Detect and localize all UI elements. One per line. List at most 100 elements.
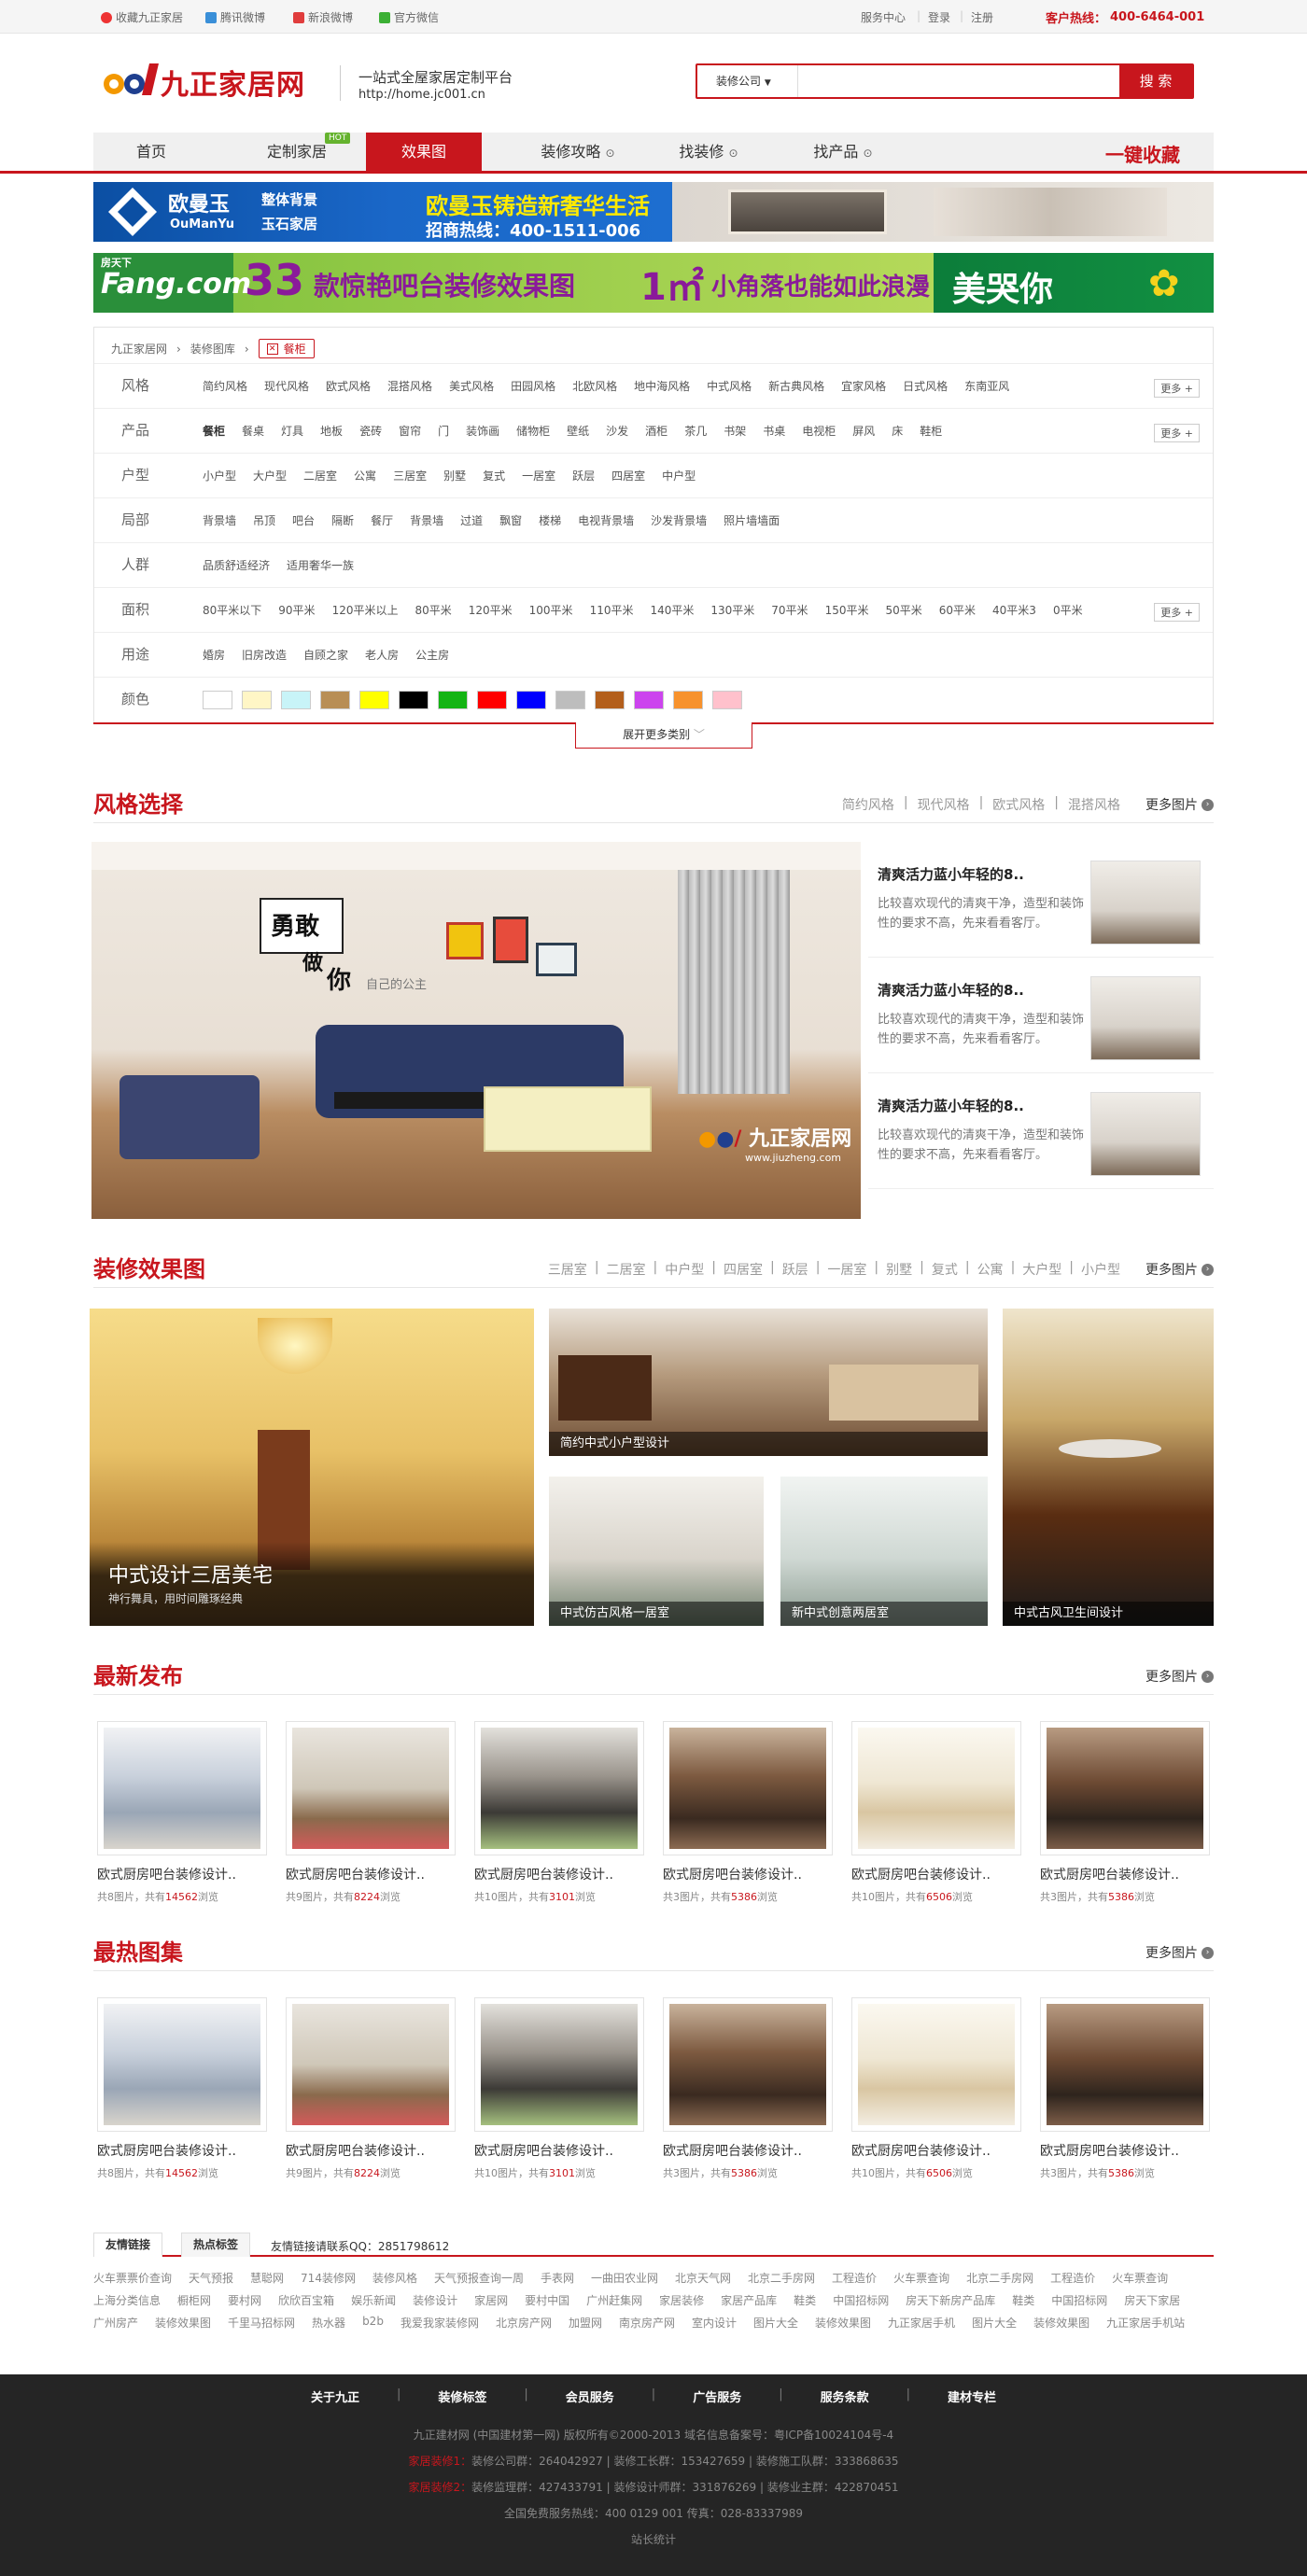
filter-option[interactable]: 窗帘 xyxy=(399,423,421,439)
filter-option[interactable]: 沙发背景墙 xyxy=(651,512,707,528)
filter-option[interactable]: 床 xyxy=(892,423,903,439)
item-thumbnail[interactable] xyxy=(1090,1092,1201,1176)
filter-option[interactable]: 70平米 xyxy=(771,602,808,618)
filter-option[interactable]: 一居室 xyxy=(522,468,555,483)
effect-cat[interactable]: 小户型 xyxy=(1081,1260,1120,1279)
expand-more-button[interactable]: 展开更多类别 ﹀ xyxy=(575,722,752,749)
effect-cat[interactable]: 别墅 xyxy=(886,1260,912,1279)
friend-link[interactable]: 广州房产 xyxy=(93,2315,138,2331)
filter-option[interactable]: 公主房 xyxy=(415,647,449,663)
friend-link[interactable]: 北京二手房网 xyxy=(966,2270,1033,2286)
card-image[interactable] xyxy=(851,1721,1021,1855)
filter-option[interactable]: 茶几 xyxy=(684,423,707,439)
friend-link[interactable]: 家居装修 xyxy=(659,2292,704,2308)
effect-big-title[interactable]: 中式设计三居美宅 xyxy=(108,1559,273,1589)
filter-option[interactable]: 0平米 xyxy=(1053,602,1083,618)
filter-option[interactable]: 吊顶 xyxy=(253,512,275,528)
friend-link[interactable]: 九正家居手机 xyxy=(888,2315,955,2331)
friend-link[interactable]: 千里马招标网 xyxy=(228,2315,295,2331)
gallery-card[interactable]: 欧式厨房吧台装修设计.. 共10图片，共有3101浏览 xyxy=(474,1997,644,2180)
card-title[interactable]: 欧式厨房吧台装修设计.. xyxy=(474,2141,644,2160)
filter-option[interactable]: 隔断 xyxy=(331,512,354,528)
filter-option[interactable]: 壁纸 xyxy=(567,423,589,439)
search-category-select[interactable]: 装修公司 ▼ xyxy=(697,65,798,97)
card-title[interactable]: 欧式厨房吧台装修设计.. xyxy=(1040,2141,1210,2160)
filter-option[interactable]: 旧房改造 xyxy=(242,647,287,663)
logo-icon[interactable] xyxy=(101,58,161,103)
friend-link[interactable]: 慧聪网 xyxy=(250,2270,284,2286)
friend-link[interactable]: 欣欣百宝箱 xyxy=(278,2292,334,2308)
style-cat[interactable]: 简约风格 xyxy=(842,795,894,814)
gallery-card[interactable]: 欧式厨房吧台装修设计.. 共8图片，共有14562浏览 xyxy=(97,1997,267,2180)
filter-option[interactable]: 楼梯 xyxy=(539,512,561,528)
filter-option[interactable]: 60平米 xyxy=(939,602,976,618)
filter-option[interactable]: 吧台 xyxy=(292,512,315,528)
effect-image[interactable]: 新中式创意两居室 xyxy=(780,1477,988,1626)
friend-link[interactable]: 南京房产网 xyxy=(619,2315,675,2331)
friend-link[interactable]: 室内设计 xyxy=(692,2315,737,2331)
breadcrumb-home[interactable]: 九正家居网 xyxy=(111,341,167,357)
friend-link[interactable]: 一曲田农业网 xyxy=(591,2270,658,2286)
friend-link[interactable]: 714装修网 xyxy=(301,2270,356,2286)
favorite-link[interactable]: 收藏九正家居 xyxy=(101,9,183,25)
nav-guide[interactable]: 装修攻略 ⊙ xyxy=(508,133,648,172)
card-image[interactable] xyxy=(97,1721,267,1855)
nav-find-decoration[interactable]: 找装修 ⊙ xyxy=(657,133,760,172)
tab-friend-links[interactable]: 友情链接 xyxy=(93,2233,163,2257)
tencent-weibo-link[interactable]: 腾讯微博 xyxy=(205,9,265,25)
friend-link[interactable]: 橱柜网 xyxy=(177,2292,211,2308)
filter-option[interactable]: 餐桌 xyxy=(242,423,264,439)
sina-weibo-link[interactable]: 新浪微博 xyxy=(293,9,353,25)
style-list-item[interactable]: 清爽活力蓝小年轻的8.. 比较喜欢现代的清爽干净，造型和装饰性的要求不高，先来看… xyxy=(868,842,1214,958)
friend-link[interactable]: 工程造价 xyxy=(1050,2270,1095,2286)
stats-link[interactable]: 站长统计 xyxy=(0,2531,1307,2547)
style-list-item[interactable]: 清爽活力蓝小年轻的8.. 比较喜欢现代的清爽干净，造型和装饰性的要求不高，先来看… xyxy=(868,958,1214,1073)
filter-option[interactable]: 适用奢华一族 xyxy=(287,557,354,573)
friend-link[interactable]: 图片大全 xyxy=(753,2315,798,2331)
color-swatch[interactable] xyxy=(595,690,625,709)
gallery-card[interactable]: 欧式厨房吧台装修设计.. 共3图片，共有5386浏览 xyxy=(663,1721,833,1904)
card-title[interactable]: 欧式厨房吧台装修设计.. xyxy=(474,1865,644,1883)
color-swatch[interactable] xyxy=(399,690,429,709)
color-swatch[interactable] xyxy=(673,690,703,709)
filter-option[interactable]: 飘窗 xyxy=(499,512,522,528)
friend-link[interactable]: 家居网 xyxy=(474,2292,508,2308)
card-image[interactable] xyxy=(1040,1721,1210,1855)
filter-option[interactable]: 100平米 xyxy=(529,602,573,618)
card-title[interactable]: 欧式厨房吧台装修设计.. xyxy=(97,2141,267,2160)
filter-option[interactable]: 东南亚风 xyxy=(964,378,1009,394)
filter-more-button[interactable]: 更多 + xyxy=(1154,424,1200,442)
more-images-link[interactable]: 更多图片 › xyxy=(1145,1260,1214,1279)
gallery-card[interactable]: 欧式厨房吧台装修设计.. 共3图片，共有5386浏览 xyxy=(1040,1721,1210,1904)
filter-option[interactable]: 沙发 xyxy=(606,423,628,439)
item-thumbnail[interactable] xyxy=(1090,861,1201,945)
filter-option[interactable]: 90平米 xyxy=(278,602,315,618)
effect-image[interactable]: 中式仿古风格一居室 xyxy=(549,1477,764,1626)
filter-option[interactable]: 自顾之家 xyxy=(303,647,348,663)
friend-link[interactable]: 九正家居手机站 xyxy=(1106,2315,1185,2331)
filter-more-button[interactable]: 更多 + xyxy=(1154,603,1200,622)
card-title[interactable]: 欧式厨房吧台装修设计.. xyxy=(97,1865,267,1883)
banner-oumanyu[interactable]: 欧曼玉 OuManYu 整体背景 玉石家居 欧曼玉铸造新奢华生活 招商热线：40… xyxy=(93,182,1214,242)
service-center-link[interactable]: 服务中心 xyxy=(861,9,906,25)
filter-option[interactable]: 120平米 xyxy=(469,602,513,618)
friend-link[interactable]: 上海分类信息 xyxy=(93,2292,161,2308)
item-title[interactable]: 清爽活力蓝小年轻的8.. xyxy=(878,864,1024,884)
filter-option[interactable]: 80平米 xyxy=(415,602,451,618)
filter-option[interactable]: 鞋柜 xyxy=(920,423,942,439)
filter-option[interactable]: 欧式风格 xyxy=(326,378,371,394)
filter-option[interactable]: 屏风 xyxy=(852,423,875,439)
more-images-link[interactable]: 更多图片 › xyxy=(1145,795,1214,814)
gallery-card[interactable]: 欧式厨房吧台装修设计.. 共9图片，共有8224浏览 xyxy=(286,1721,456,1904)
color-swatch[interactable] xyxy=(281,690,311,709)
friend-link[interactable]: 要村网 xyxy=(228,2292,261,2308)
filter-option[interactable]: 公寓 xyxy=(354,468,376,483)
filter-option[interactable]: 120平米以上 xyxy=(332,602,399,618)
filter-option[interactable]: 三居室 xyxy=(393,468,427,483)
effect-cat[interactable]: 四居室 xyxy=(724,1260,763,1279)
card-image[interactable] xyxy=(97,1997,267,2132)
color-swatch[interactable] xyxy=(555,690,585,709)
filter-option[interactable]: 四居室 xyxy=(611,468,645,483)
filter-option[interactable]: 50平米 xyxy=(885,602,921,618)
filter-option[interactable]: 过道 xyxy=(460,512,483,528)
